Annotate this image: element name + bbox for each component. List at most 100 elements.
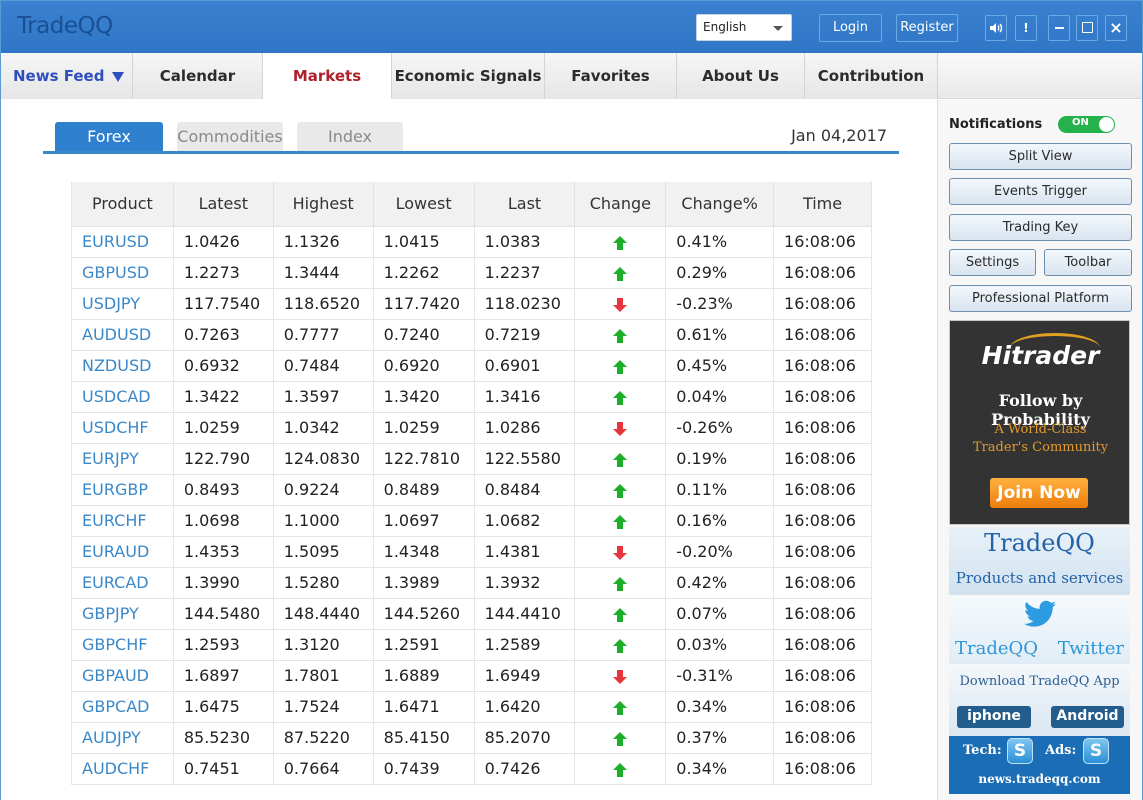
highest-cell: 1.7524 <box>273 690 374 722</box>
table-row[interactable]: EURCHF 1.0698 1.1000 1.0697 1.0682 0.16% 16:08… <box>71 504 872 536</box>
join-now-button[interactable]: Join Now <box>990 478 1088 508</box>
lowest-cell: 0.6920 <box>373 349 475 381</box>
col-header-latest[interactable]: Latest <box>173 182 274 226</box>
nav-favorites[interactable]: Favorites <box>545 53 677 99</box>
minimize-button[interactable] <box>1048 15 1070 41</box>
table-row[interactable]: EURCAD 1.3990 1.5280 1.3989 1.3932 0.42% 16:08… <box>71 566 872 598</box>
login-button[interactable]: Login <box>819 14 882 42</box>
trading-key-button[interactable]: Trading Key <box>949 214 1132 241</box>
product-cell[interactable]: EURCAD <box>71 566 174 598</box>
lowest-cell: 85.4150 <box>373 721 475 753</box>
nav-contribution[interactable]: Contribution <box>805 53 938 99</box>
close-button[interactable]: × <box>1105 15 1127 41</box>
table-row[interactable]: NZDUSD 0.6932 0.7484 0.6920 0.6901 0.45% 16:08… <box>71 349 872 381</box>
table-row[interactable]: GBPAUD 1.6897 1.7801 1.6889 1.6949 -0.31% 16:0… <box>71 659 872 691</box>
table-row[interactable]: GBPCAD 1.6475 1.7524 1.6471 1.6420 0.34% 16:08… <box>71 690 872 722</box>
latest-cell: 0.8493 <box>173 473 274 505</box>
product-cell[interactable]: EURUSD <box>71 225 174 257</box>
ads-label: Ads: <box>1045 743 1077 758</box>
table-row[interactable]: GBPJPY 144.5480 148.4440 144.5260 144.4410 0.… <box>71 597 872 629</box>
product-cell[interactable]: AUDJPY <box>71 721 174 753</box>
notifications-toggle[interactable]: ON <box>1058 116 1115 133</box>
col-header-product[interactable]: Product <box>71 182 174 226</box>
product-cell[interactable]: AUDCHF <box>71 752 174 785</box>
sound-button[interactable] <box>985 15 1007 41</box>
lowest-cell: 1.0697 <box>373 504 475 536</box>
products-services-ad[interactable]: TradeQQ Products and services <box>949 527 1130 595</box>
col-header-time[interactable]: Time <box>773 182 872 226</box>
table-row[interactable]: EURJPY 122.790 124.0830 122.7810 122.5580 0.1… <box>71 442 872 474</box>
table-row[interactable]: AUDCHF 0.7451 0.7664 0.7439 0.7426 0.34% 16:08… <box>71 752 872 785</box>
nav-calendar[interactable]: Calendar <box>133 53 263 99</box>
product-cell[interactable]: EURAUD <box>71 535 174 567</box>
split-view-button[interactable]: Split View <box>949 143 1132 170</box>
product-cell[interactable]: EURJPY <box>71 442 174 474</box>
last-cell: 122.5580 <box>474 442 576 474</box>
product-cell[interactable]: EURGBP <box>71 473 174 505</box>
tab-forex[interactable]: Forex <box>55 122 163 151</box>
nav-news-feed[interactable]: News Feed <box>1 53 133 99</box>
language-select[interactable]: English <box>696 14 792 41</box>
lowest-cell: 1.2262 <box>373 256 475 288</box>
last-cell: 1.6420 <box>474 690 576 722</box>
product-cell[interactable]: GBPAUD <box>71 659 174 691</box>
events-trigger-button[interactable]: Events Trigger <box>949 178 1132 205</box>
product-cell[interactable]: GBPUSD <box>71 256 174 288</box>
col-header-change[interactable]: Change <box>574 182 667 226</box>
hitrader-ad[interactable]: Hitrader Follow by Probability A World-C… <box>949 320 1130 525</box>
nav-markets[interactable]: Markets <box>263 53 392 99</box>
iphone-download-button[interactable]: iphone <box>957 706 1031 728</box>
android-download-button[interactable]: Android <box>1051 706 1124 728</box>
product-cell[interactable]: GBPJPY <box>71 597 174 629</box>
toggle-knob <box>1099 117 1114 132</box>
product-cell[interactable]: AUDUSD <box>71 318 174 350</box>
news-url-link[interactable]: news.tradeqq.com <box>949 772 1130 786</box>
col-header-highest[interactable]: Highest <box>273 182 374 226</box>
download-app-ad: Download TradeQQ App iphone Android <box>949 666 1130 736</box>
alert-button[interactable]: ! <box>1015 15 1037 41</box>
product-cell[interactable]: EURCHF <box>71 504 174 536</box>
table-row[interactable]: EURAUD 1.4353 1.5095 1.4348 1.4381 -0.20% 16:0… <box>71 535 872 567</box>
toolbar-button[interactable]: Toolbar <box>1044 249 1132 276</box>
table-row[interactable]: GBPCHF 1.2593 1.3120 1.2591 1.2589 0.03% 16:08… <box>71 628 872 660</box>
arrow-down-icon <box>613 545 628 560</box>
tab-index[interactable]: Index <box>297 122 403 151</box>
table-row[interactable]: AUDUSD 0.7263 0.7777 0.7240 0.7219 0.61% 16:08… <box>71 318 872 350</box>
latest-cell: 85.5230 <box>173 721 274 753</box>
change-pct-cell: 0.04% <box>665 380 775 412</box>
settings-button[interactable]: Settings <box>949 249 1036 276</box>
table-row[interactable]: EURUSD 1.0426 1.1326 1.0415 1.0383 0.41% 16:08… <box>71 225 872 257</box>
table-row[interactable]: AUDJPY 85.5230 87.5220 85.4150 85.2070 0.37% 1… <box>71 721 872 753</box>
product-cell[interactable]: NZDUSD <box>71 349 174 381</box>
nav-economic-signals[interactable]: Economic Signals <box>392 53 545 99</box>
col-header-lowest[interactable]: Lowest <box>373 182 475 226</box>
table-row[interactable]: USDCAD 1.3422 1.3597 1.3420 1.3416 0.04% 16:08… <box>71 380 872 412</box>
nav-about-us[interactable]: About Us <box>677 53 805 99</box>
col-header-last[interactable]: Last <box>474 182 576 226</box>
skype-tech-icon[interactable]: S <box>1007 738 1033 764</box>
change-cell <box>574 628 667 660</box>
col-header-change-pct[interactable]: Change% <box>665 182 775 226</box>
arrow-up-icon <box>613 359 628 374</box>
tab-commodities[interactable]: Commodities <box>177 122 283 151</box>
register-button[interactable]: Register <box>896 14 958 42</box>
table-row[interactable]: USDJPY 117.7540 118.6520 117.7420 118.0230 -0… <box>71 287 872 319</box>
maximize-button[interactable] <box>1076 15 1098 41</box>
highest-cell: 1.3120 <box>273 628 374 660</box>
product-cell[interactable]: USDCAD <box>71 380 174 412</box>
product-cell[interactable]: GBPCHF <box>71 628 174 660</box>
last-cell: 0.6901 <box>474 349 576 381</box>
professional-platform-button[interactable]: Professional Platform <box>949 285 1132 312</box>
product-cell[interactable]: USDCHF <box>71 411 174 443</box>
skype-ads-icon[interactable]: S <box>1083 738 1109 764</box>
change-pct-cell: -0.26% <box>665 411 775 443</box>
table-row[interactable]: GBPUSD 1.2273 1.3444 1.2262 1.2237 0.29% 16:08… <box>71 256 872 288</box>
table-row[interactable]: EURGBP 0.8493 0.9224 0.8489 0.8484 0.11% 16:08… <box>71 473 872 505</box>
download-title: Download TradeQQ App <box>959 674 1120 689</box>
product-cell[interactable]: USDJPY <box>71 287 174 319</box>
arrow-up-icon <box>613 700 628 715</box>
product-cell[interactable]: GBPCAD <box>71 690 174 722</box>
table-row[interactable]: USDCHF 1.0259 1.0342 1.0259 1.0286 -0.26% 16:0… <box>71 411 872 443</box>
arrow-up-icon <box>613 514 628 529</box>
twitter-ad[interactable]: TradeQQ Twitter <box>949 596 1130 664</box>
